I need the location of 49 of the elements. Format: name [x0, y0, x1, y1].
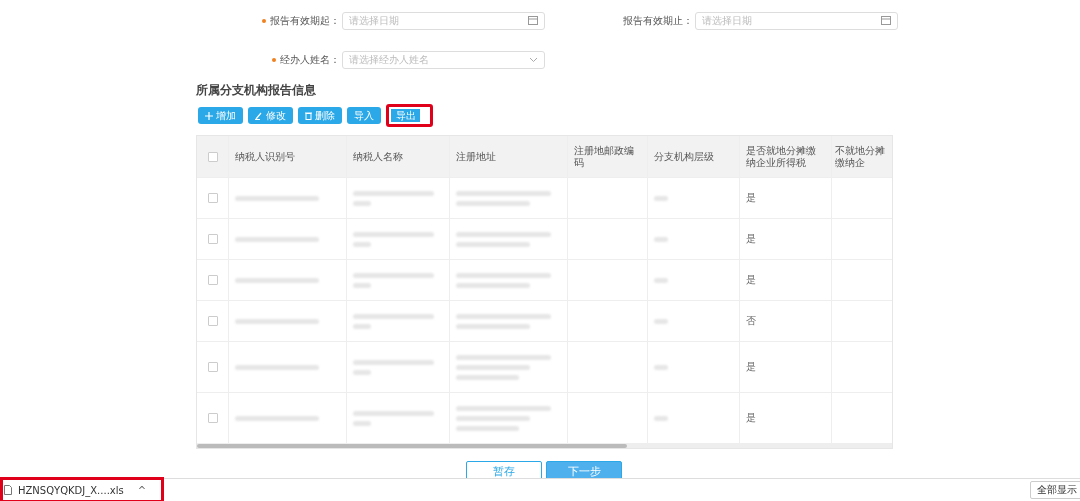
pencil-icon — [255, 111, 263, 120]
column-header: 注册地邮政编码 — [574, 144, 635, 169]
caret-icon[interactable]: ^ — [137, 484, 147, 496]
toolbar-button[interactable]: 删除 — [298, 107, 342, 124]
input-field[interactable]: 请选择经办人姓名 — [342, 50, 545, 69]
download-file-name[interactable]: HZNSQYQKDJ_X....xls — [18, 484, 124, 496]
blurred-text — [654, 195, 668, 201]
toolbar-button[interactable]: 修改 — [248, 107, 293, 124]
column-header: 分支机构层级 — [654, 150, 714, 163]
blurred-text — [654, 236, 668, 242]
plus-icon — [205, 111, 213, 120]
checkbox[interactable] — [207, 275, 218, 285]
table-cell: 是 — [746, 273, 756, 287]
blurred-text — [654, 364, 668, 370]
chevron-down-icon — [529, 56, 538, 63]
table-cell: 是 — [746, 191, 756, 205]
toolbar-button[interactable]: 增加 — [198, 107, 243, 124]
table-cell: 是 — [746, 232, 756, 246]
trash-icon — [305, 111, 312, 120]
column-header: 不就地分摊缴纳企 — [835, 144, 886, 169]
file-icon — [4, 485, 12, 495]
table-cell: 否 — [746, 314, 756, 328]
checkbox[interactable] — [207, 316, 218, 326]
table-cell: 是 — [746, 411, 756, 425]
checkbox[interactable] — [207, 234, 218, 244]
blurred-text — [654, 415, 668, 421]
field-label: 报告有效期止： — [623, 13, 693, 28]
checkbox[interactable] — [207, 151, 218, 162]
scrollbar-thumb[interactable] — [197, 444, 627, 448]
calendar-icon — [528, 16, 538, 25]
checkbox[interactable] — [207, 413, 218, 423]
show-all-button[interactable]: 全部显示 — [1030, 481, 1080, 499]
table-cell: 是 — [746, 360, 756, 374]
footer-button[interactable]: 暂存 — [466, 461, 542, 481]
calendar-icon — [881, 16, 891, 25]
column-header: 纳税人识别号 — [235, 150, 295, 163]
blurred-text — [654, 318, 668, 324]
field-label: 报告有效期起： — [270, 13, 340, 28]
column-header: 纳税人名称 — [353, 150, 403, 163]
column-header: 是否就地分摊缴纳企业所得税 — [746, 144, 817, 169]
field-label: 经办人姓名： — [280, 52, 340, 67]
blurred-text — [654, 277, 668, 283]
checkbox[interactable] — [207, 362, 218, 372]
footer-button[interactable]: 下一步 — [546, 461, 622, 481]
section-title: 所属分支机构报告信息 — [196, 82, 316, 99]
toolbar-button[interactable]: 导出 — [386, 104, 433, 127]
checkbox[interactable] — [207, 193, 218, 203]
toolbar-button[interactable]: 导入 — [347, 107, 381, 124]
column-header: 注册地址 — [456, 150, 496, 163]
